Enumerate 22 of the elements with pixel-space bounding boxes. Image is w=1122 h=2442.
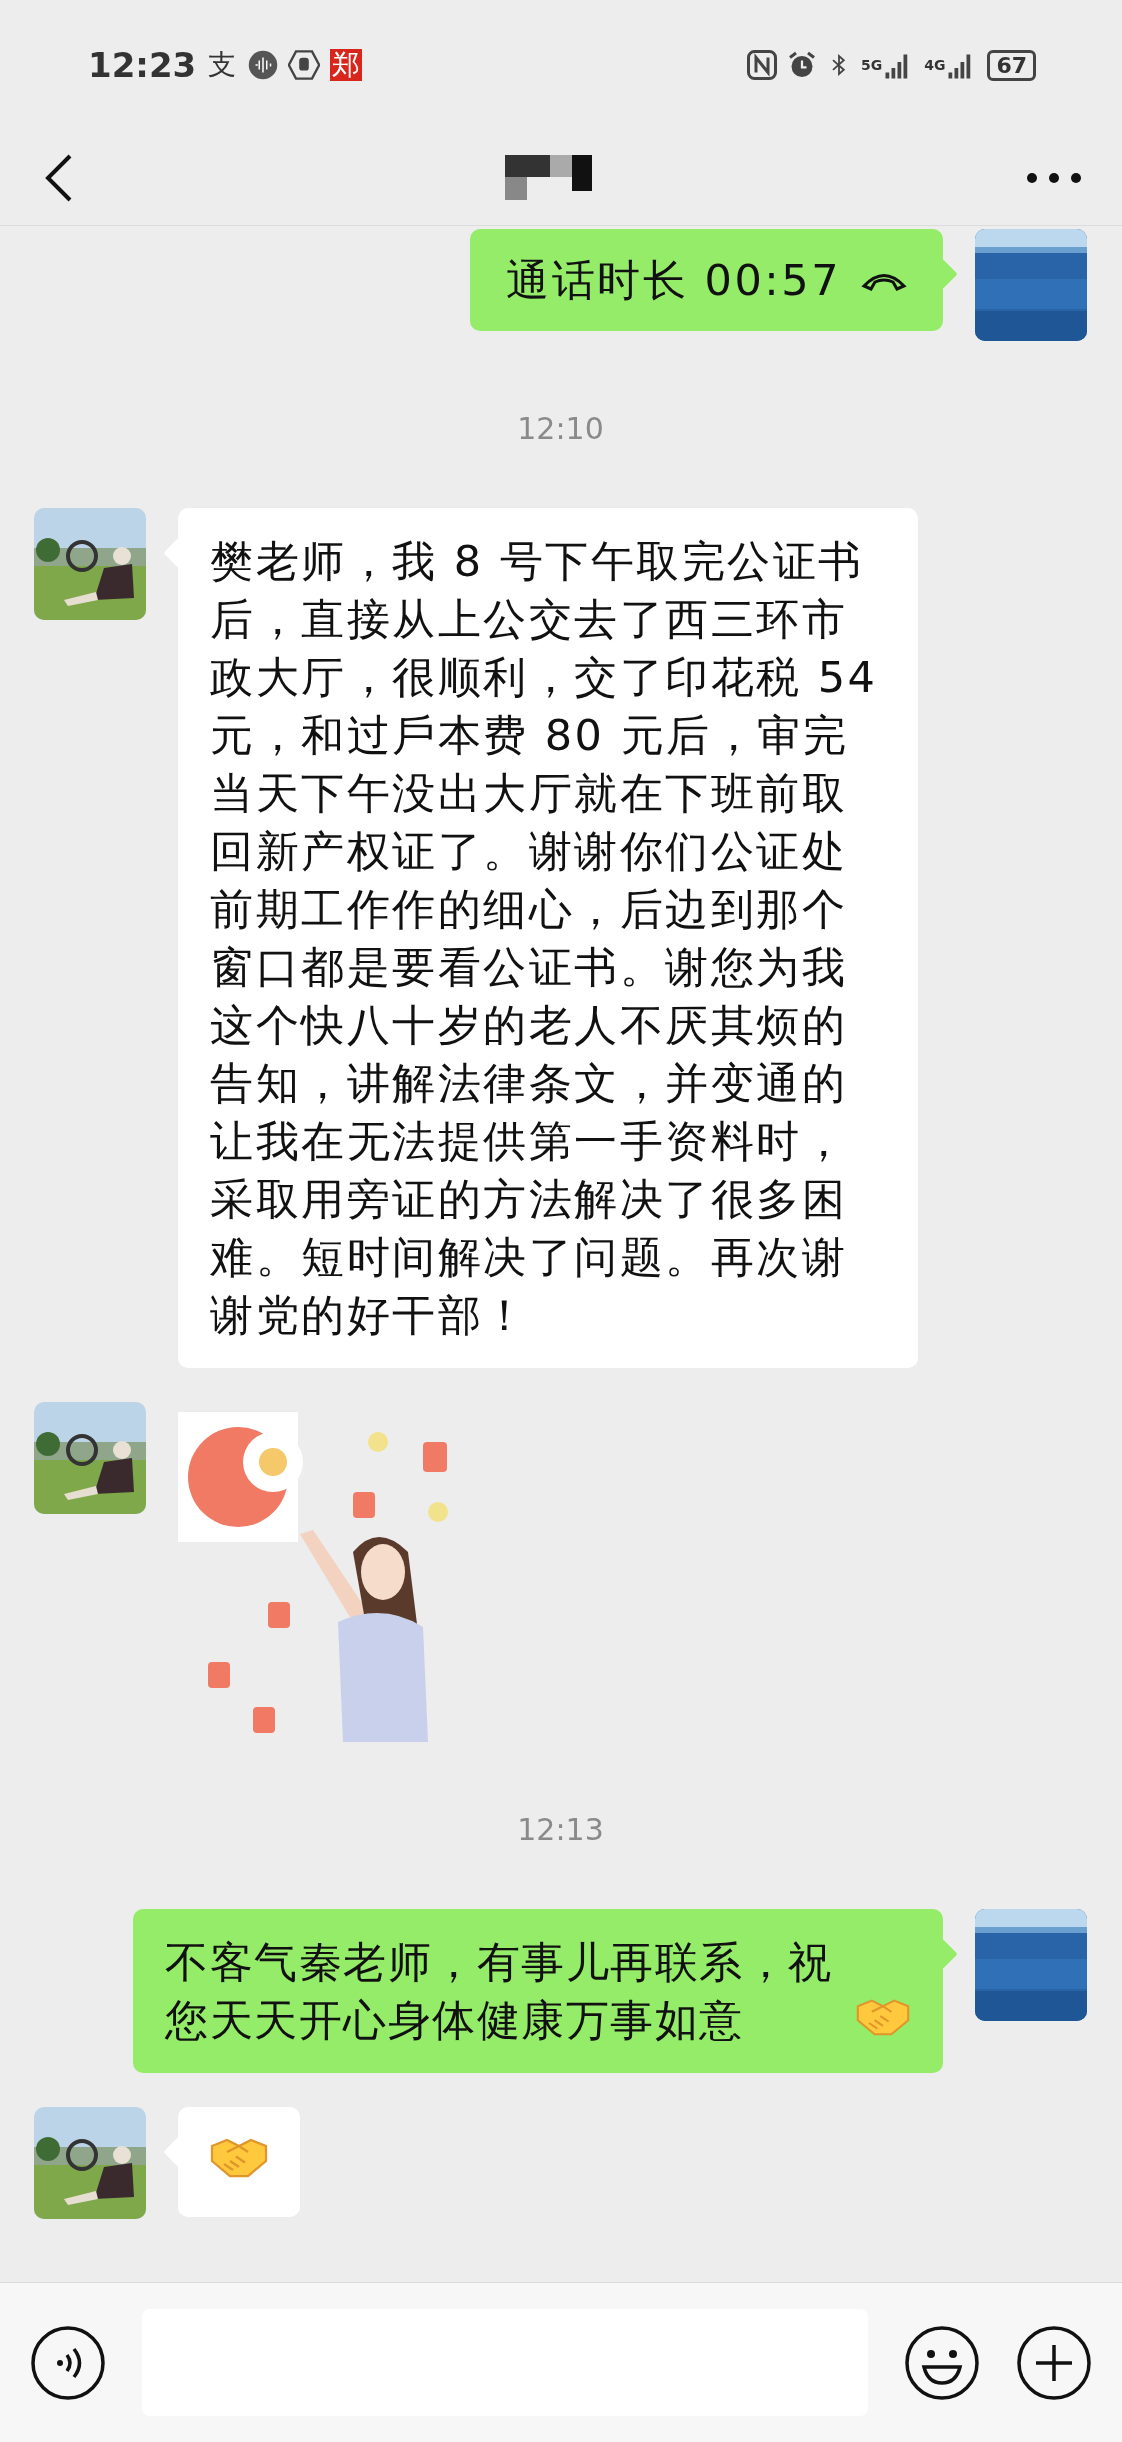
call-duration: 通话时长 00:57 (506, 255, 841, 305)
mosaic-icon (505, 155, 595, 200)
nfc-icon (746, 50, 777, 80)
call-bubble[interactable]: 通话时长 00:57 (470, 229, 943, 331)
more-icon[interactable] (1026, 171, 1082, 184)
timestamp: 12:10 (517, 411, 604, 446)
message-text: 不客气秦老师，有事儿再联系，祝您天天开心身体健康万事如意 (165, 1936, 834, 2047)
timestamp: 12:13 (517, 1812, 604, 1847)
alarm-icon (786, 50, 817, 80)
hand-icon (288, 49, 321, 81)
network-label: 5G (860, 57, 883, 73)
status-time: 12:23 (88, 45, 197, 85)
back-icon[interactable] (44, 152, 74, 203)
message-text: 樊老师，我 8 号下午取完公证书后，直接从上公交去了西三环市政大厅，很顺利，交了印花税 54 元，和过戶本费 80 元后，审完当天下午没出大厅就在下班前取回新产权证了。谢谢你们公证处前期工作作的细心，后边到那个窗口都是要看公证书。谢您为我这个快八十岁的老人不厌其烦的告知，讲解法律条文，并变通的让我在无法提供第一手资料时，采取用旁证的方法解决了很多困难。短时间解决了问题。再次谢谢党的好干部！ (210, 535, 879, 1342)
add-icon[interactable] (1016, 2324, 1092, 2401)
app-glyph: 郑 (330, 49, 363, 81)
battery-indicator: 67 (987, 49, 1036, 81)
app-glyph: 支 (207, 49, 238, 81)
voice-icon[interactable] (30, 2324, 106, 2401)
network-label: 4G (924, 57, 946, 73)
audio-icon (248, 50, 279, 80)
emoji-icon[interactable] (904, 2324, 980, 2401)
